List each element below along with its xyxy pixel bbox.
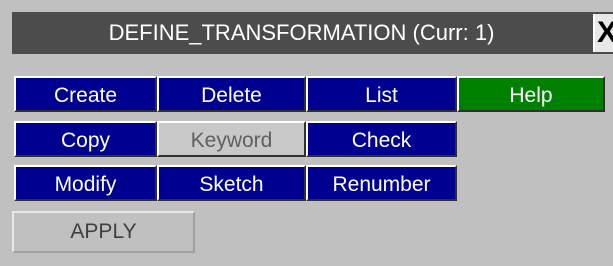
delete-button[interactable]: Delete <box>157 76 306 112</box>
check-button[interactable]: Check <box>306 121 457 157</box>
sketch-button[interactable]: Sketch <box>157 165 306 201</box>
renumber-button[interactable]: Renumber <box>306 165 457 201</box>
create-button[interactable]: Create <box>14 76 157 112</box>
modify-button[interactable]: Modify <box>14 165 157 201</box>
help-button[interactable]: Help <box>457 76 605 112</box>
list-button[interactable]: List <box>306 76 457 112</box>
window-title: DEFINE_TRANSFORMATION (Curr: 1) <box>108 20 495 45</box>
copy-button[interactable]: Copy <box>14 121 157 157</box>
window-title-bar[interactable]: DEFINE_TRANSFORMATION (Curr: 1) X <box>12 12 613 54</box>
close-button[interactable]: X <box>593 14 613 52</box>
apply-button[interactable]: APPLY <box>12 211 195 253</box>
keyword-button[interactable]: Keyword <box>157 121 306 157</box>
close-icon: X <box>597 16 613 49</box>
